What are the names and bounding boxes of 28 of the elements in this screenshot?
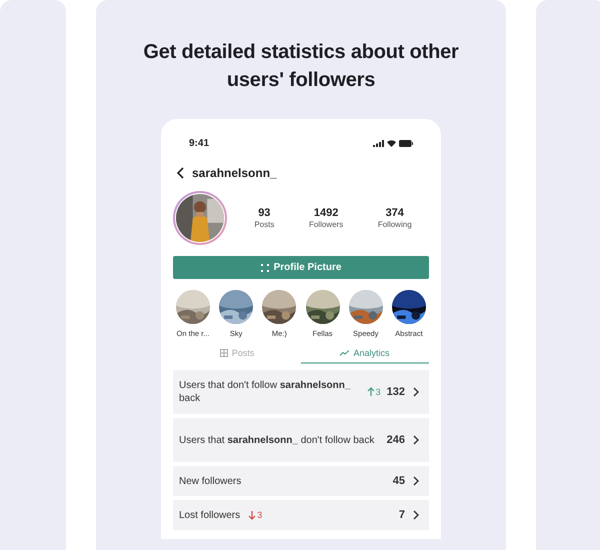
trend-icon — [340, 350, 350, 356]
stat-row[interactable]: New followers 45 — [173, 466, 429, 496]
grid-icon — [220, 349, 228, 357]
battery-icon — [399, 140, 413, 146]
chevron-icon — [413, 435, 419, 445]
headline: Get detailed statistics about other users' followers — [142, 40, 460, 93]
chevron-icon — [413, 510, 419, 520]
stat-value: 374 — [386, 207, 404, 219]
chevron-icon — [413, 387, 419, 397]
stat-label: Following — [378, 220, 412, 229]
wifi-icon — [387, 140, 396, 146]
stat-row[interactable]: Lost followers 3 7 — [173, 500, 429, 530]
stat-label: Followers — [308, 220, 344, 229]
tab[interactable]: Analytics — [301, 344, 429, 364]
stat-row[interactable]: Users that sarahnelsonn_ don't follow back 246 — [173, 418, 429, 462]
username: sarahnelsonn_ — [192, 166, 277, 180]
profile-picture-button[interactable]: Profile Picture — [173, 256, 429, 279]
status-time: 9:41 — [189, 138, 210, 148]
signal-icon — [373, 140, 384, 146]
stat-label: Posts — [254, 220, 274, 229]
stat-value: 1492 — [314, 207, 338, 219]
stat-value: 93 — [258, 207, 270, 219]
change-indicator: 3 — [366, 386, 381, 398]
stat-row[interactable]: Users that don't follow sarahnelsonn_ back 3 132 — [173, 370, 429, 414]
dots-icon — [260, 264, 269, 272]
back-icon[interactable] — [177, 167, 184, 179]
change-indicator: 3 — [248, 508, 262, 522]
chevron-icon — [413, 476, 419, 486]
